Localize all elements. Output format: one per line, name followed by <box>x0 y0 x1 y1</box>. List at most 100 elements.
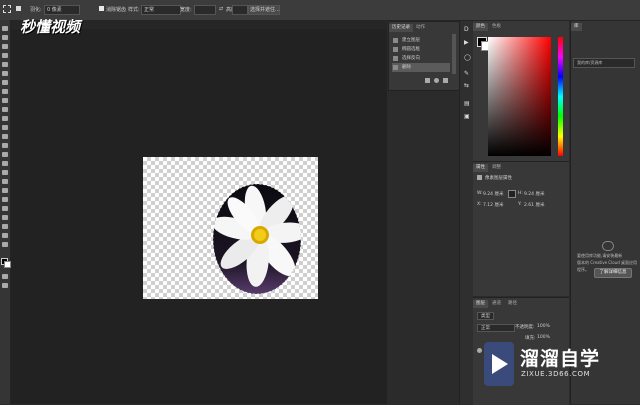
adjust-icon[interactable]: ⇆ <box>464 83 469 89</box>
blend-mode-select[interactable]: 正常 <box>477 324 515 332</box>
history-item-label: 删除 <box>402 65 411 70</box>
hue-slider[interactable] <box>558 37 563 156</box>
info-icon[interactable]: ◯ <box>464 55 471 61</box>
zoom-tool-icon[interactable] <box>2 197 8 202</box>
history-brush-tool-icon[interactable] <box>2 107 8 112</box>
history-item[interactable]: 椭圆选框 <box>392 45 450 54</box>
pen-tool-icon[interactable] <box>2 152 8 157</box>
library-message-line-2: 版本的 Creative Cloud 桌面应用 <box>577 260 638 265</box>
properties-title: 像素图层属性 <box>485 176 512 181</box>
learn-more-button[interactable]: 了解详细信息 <box>594 268 632 278</box>
x-label: X: <box>477 202 482 207</box>
properties-panel: 属性 调整 像素图层属性 W: 9.24 厘米 H: 9.24 厘米 X: 7.… <box>473 161 569 296</box>
panel-icon-strip: D ▶ ◯ ✎ ⇆ ▤ ▣ <box>459 21 473 404</box>
history-item-label: 选择反向 <box>402 56 420 61</box>
history-panel: 历史记录 动作 建立图层 椭圆选框 选择反向 删除 <box>388 21 460 91</box>
swap-icon[interactable]: ⇄ <box>219 6 223 12</box>
move-tool-icon[interactable] <box>2 26 8 31</box>
extra-tool-icon-2[interactable] <box>2 233 8 238</box>
stamp-tool-icon[interactable] <box>2 98 8 103</box>
dodge-tool-icon[interactable] <box>2 143 8 148</box>
eyedropper-tool-icon[interactable] <box>2 71 8 76</box>
tab-library[interactable]: 库 <box>571 23 582 31</box>
tools-bar <box>0 20 11 404</box>
history-item-selected[interactable]: 删除 <box>392 63 450 72</box>
antialias-label: 消除锯齿 <box>106 7 127 13</box>
style-label: 样式: <box>128 7 140 13</box>
tab-layers[interactable]: 图层 <box>473 300 488 308</box>
color-picker-field[interactable] <box>488 37 551 156</box>
document-icon[interactable]: ▤ <box>464 101 470 107</box>
y-value[interactable]: 2.61 厘米 <box>524 202 544 208</box>
options-bar: 羽化: 0 像素 消除锯齿 样式: 正常 宽度: ⇄ 高度: 选择并遮住... <box>0 0 640 21</box>
opacity-value[interactable]: 100% <box>537 324 550 329</box>
character-icon[interactable]: ▣ <box>464 114 470 120</box>
tab-paths[interactable]: 路径 <box>505 300 520 308</box>
brush-tool-icon[interactable] <box>2 89 8 94</box>
history-item-label: 椭圆选框 <box>402 47 420 52</box>
x-value[interactable]: 7.12 厘米 <box>483 202 503 208</box>
quick-mask-icon[interactable] <box>2 274 8 279</box>
marquee-icon[interactable] <box>3 5 11 13</box>
background-color-swatch[interactable] <box>4 261 11 268</box>
history-icon[interactable]: D <box>464 27 469 33</box>
path-select-tool-icon[interactable] <box>2 170 8 175</box>
type-tool-icon[interactable] <box>2 161 8 166</box>
gradient-tool-icon[interactable] <box>2 125 8 130</box>
tab-color[interactable]: 颜色 <box>473 23 488 31</box>
screen-mode-icon[interactable] <box>2 283 8 288</box>
history-item[interactable]: 建立图层 <box>392 36 450 45</box>
tab-adjustments[interactable]: 调整 <box>489 164 504 172</box>
history-item[interactable]: 选择反向 <box>392 54 450 63</box>
tab-actions[interactable]: 动作 <box>413 24 428 32</box>
tab-channels[interactable]: 通道 <box>489 300 504 308</box>
w-value[interactable]: 9.24 厘米 <box>483 191 503 197</box>
y-label: Y: <box>518 202 522 207</box>
library-message-line-1: 要使用库功能,请安装最新 <box>577 253 623 258</box>
watermark-top: 秒懂视频 <box>20 18 81 36</box>
antialias-checkbox[interactable] <box>99 6 104 11</box>
eye-icon[interactable] <box>477 348 482 353</box>
creative-cloud-icon <box>602 241 614 251</box>
trash-icon[interactable] <box>443 78 448 83</box>
tab-properties[interactable]: 属性 <box>473 164 488 172</box>
tab-history[interactable]: 历史记录 <box>389 24 413 32</box>
library-message-line-3: 程序。 <box>577 267 589 272</box>
layer-filter-select[interactable]: 类型 <box>477 312 494 320</box>
width-input[interactable] <box>194 5 216 15</box>
w-label: W: <box>477 191 483 196</box>
link-icon[interactable] <box>508 190 516 198</box>
quick-select-tool-icon[interactable] <box>2 53 8 58</box>
hand-tool-icon[interactable] <box>2 188 8 193</box>
h-label: H: <box>518 191 523 196</box>
library-dropdown-label: 我的库/资源库 <box>577 60 603 65</box>
extra-tool-icon-3[interactable] <box>2 242 8 247</box>
shape-tool-icon[interactable] <box>2 179 8 184</box>
new-document-icon[interactable] <box>425 78 430 83</box>
edit-toolbar-icon[interactable] <box>2 215 8 220</box>
extra-tool-icon[interactable] <box>2 224 8 229</box>
tab-swatches[interactable]: 色板 <box>489 23 504 31</box>
eraser-tool-icon[interactable] <box>2 116 8 121</box>
healing-tool-icon[interactable] <box>2 80 8 85</box>
selection-mode-icon[interactable] <box>16 6 21 11</box>
height-input[interactable] <box>232 5 248 15</box>
watermark-brand: 溜溜自学 <box>520 348 601 370</box>
history-step-icon <box>393 38 398 43</box>
history-step-icon <box>393 65 398 70</box>
watermark-logo-icon <box>484 342 514 386</box>
feather-label: 羽化: <box>30 7 42 13</box>
h-value[interactable]: 9.24 厘米 <box>524 191 544 197</box>
lasso-tool-icon[interactable] <box>2 44 8 49</box>
snapshot-icon[interactable] <box>434 78 439 83</box>
crop-tool-icon[interactable] <box>2 62 8 67</box>
play-icon[interactable]: ▶ <box>464 40 469 46</box>
style-value: 正常 <box>144 7 155 13</box>
more-tools-icon[interactable] <box>2 206 8 211</box>
select-and-mask-label: 选择并遮住... <box>250 7 280 13</box>
brush-preset-icon[interactable]: ✎ <box>464 71 469 77</box>
watermark-bottom: 溜溜自学 ZIXUE.3D66.COM <box>484 338 632 392</box>
marquee-tool-icon[interactable] <box>2 35 8 40</box>
blur-tool-icon[interactable] <box>2 134 8 139</box>
history-scrollbar[interactable] <box>452 34 456 74</box>
